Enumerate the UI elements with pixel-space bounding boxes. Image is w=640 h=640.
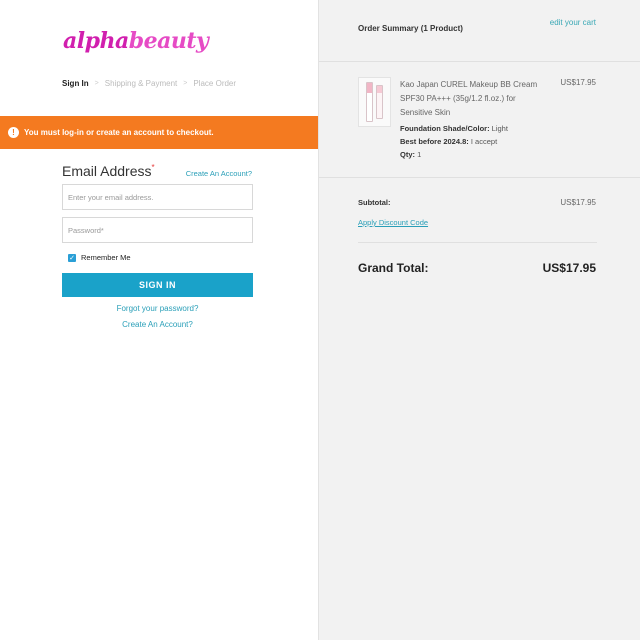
step-shipping-payment: Shipping & Payment: [104, 79, 178, 88]
apply-discount-link[interactable]: Apply Discount Code: [358, 218, 428, 227]
attr-label: Foundation Shade/Color:: [400, 124, 490, 133]
product-thumbnail[interactable]: [358, 77, 391, 127]
attr-value: 1: [417, 150, 422, 159]
subtotal-value: US$17.95: [560, 198, 596, 207]
email-address-label: Email Address: [62, 163, 152, 179]
grand-total-value: US$17.95: [542, 261, 596, 275]
remember-me-label: Remember Me: [81, 253, 131, 262]
subtotal-label: Subtotal:: [358, 198, 391, 207]
attr-label: Qty:: [400, 150, 415, 159]
remember-me-checkbox[interactable]: ✓ Remember Me: [68, 253, 131, 262]
order-summary-title: Order Summary (1 Product): [358, 24, 463, 33]
forgot-password-link[interactable]: Forgot your password?: [62, 304, 253, 313]
sign-in-button[interactable]: SIGN IN: [62, 273, 253, 297]
attr-quantity: Qty: 1: [400, 150, 421, 159]
bb-cream-tube-icon: [366, 82, 373, 122]
alpha-beauty-logo[interactable]: alphabeauty: [63, 28, 209, 54]
step-separator-icon: >: [183, 80, 188, 87]
required-mark: *: [151, 163, 155, 172]
checkbox-checked-icon[interactable]: ✓: [68, 253, 76, 262]
checkout-login-panel: alphabeauty Sign In > Shipping & Payment…: [0, 0, 318, 640]
attr-value: I accept: [470, 137, 498, 146]
attr-value: Light: [491, 124, 508, 133]
divider: [319, 177, 640, 178]
email-address-heading: Email Address*: [62, 163, 155, 179]
login-required-alert: ! You must log-in or create an account t…: [0, 116, 318, 149]
divider: [358, 242, 597, 243]
logo-text-alpha: alpha: [63, 28, 129, 54]
alert-text: You must log-in or create an account to …: [24, 128, 214, 137]
password-input[interactable]: [62, 217, 253, 243]
product-name: Kao Japan CUREL Makeup BB Cream SPF30 PA…: [400, 80, 538, 117]
product-price: US$17.95: [560, 78, 596, 87]
step-separator-icon: >: [94, 80, 99, 87]
order-summary-panel: Order Summary (1 Product) edit your cart…: [318, 0, 640, 640]
logo-text-beauty: beauty: [128, 28, 209, 54]
step-place-order: Place Order: [193, 79, 237, 88]
attr-best-before: Best before 2024.8: I accept: [400, 137, 497, 146]
attr-shade: Foundation Shade/Color: Light: [400, 124, 508, 133]
checkout-steps: Sign In > Shipping & Payment > Place Ord…: [62, 79, 236, 88]
email-input[interactable]: [62, 184, 253, 210]
grand-total-label: Grand Total:: [358, 261, 429, 275]
divider: [319, 61, 640, 62]
create-account-bottom-link[interactable]: Create An Account?: [62, 320, 253, 329]
attr-label: Best before 2024.8:: [400, 137, 469, 146]
create-account-link[interactable]: Create An Account?: [186, 169, 252, 178]
edit-cart-link[interactable]: edit your cart: [550, 18, 596, 27]
bb-cream-tube-icon: [376, 85, 383, 119]
step-sign-in: Sign In: [62, 79, 89, 88]
alert-circle-icon: !: [8, 127, 19, 138]
